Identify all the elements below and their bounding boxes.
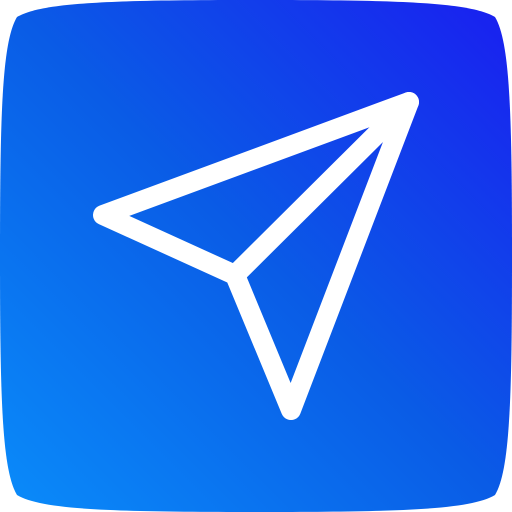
app-icon-svg bbox=[0, 0, 512, 512]
app-icon-tile[interactable] bbox=[0, 0, 512, 512]
